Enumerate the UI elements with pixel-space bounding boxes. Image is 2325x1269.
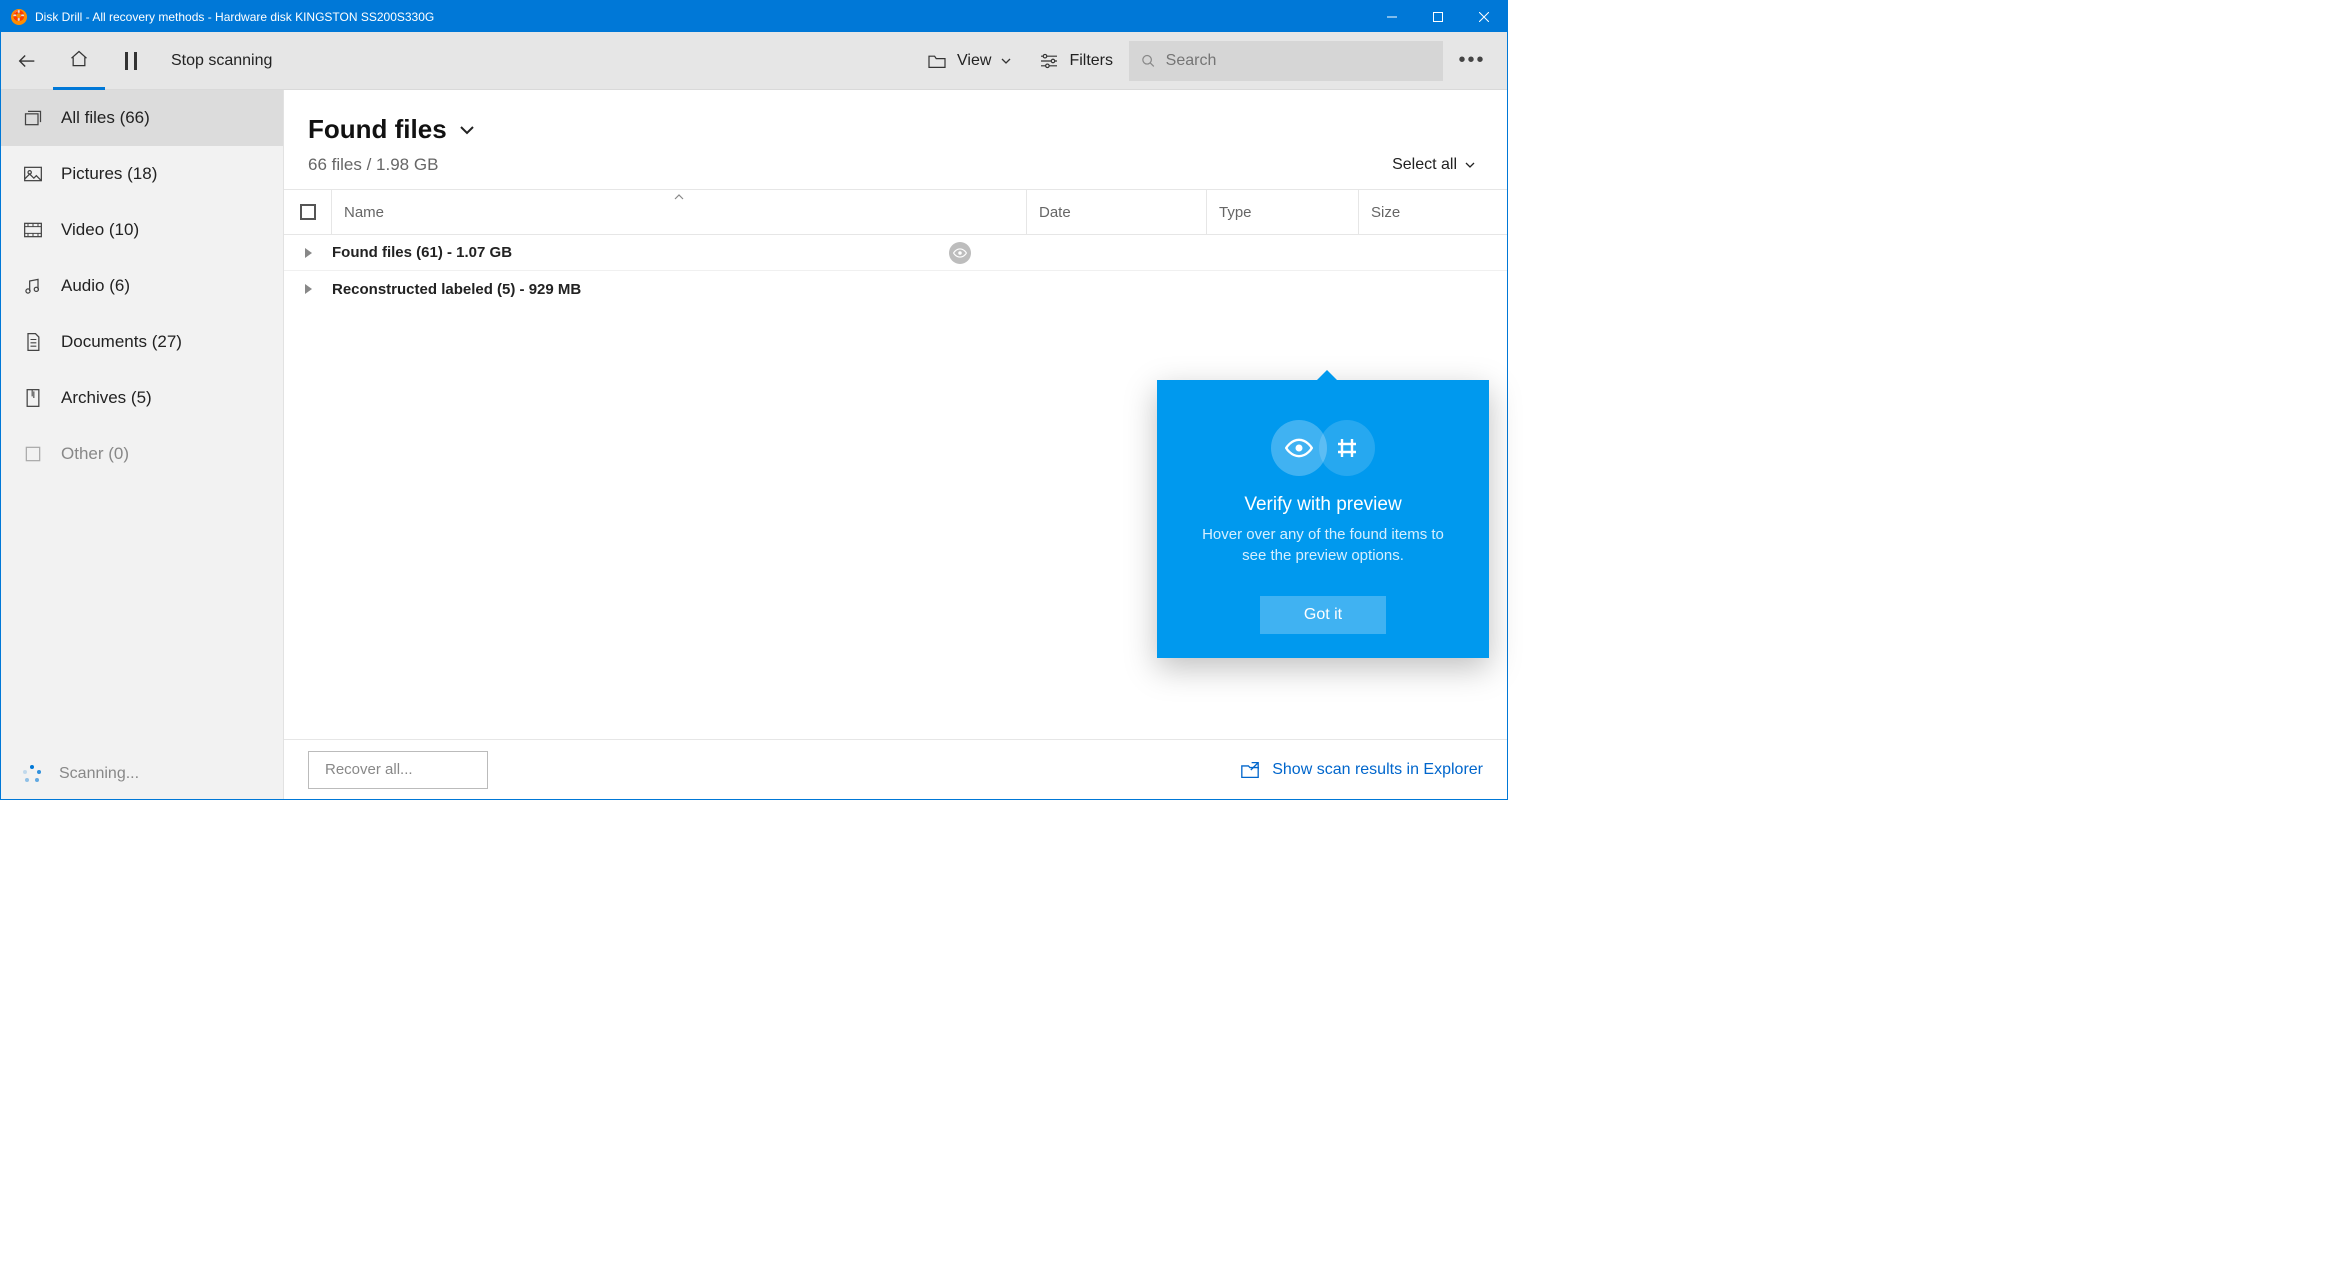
window-title: Disk Drill - All recovery methods - Hard… xyxy=(35,10,434,24)
popover-text: Hover over any of the found items to see… xyxy=(1177,524,1469,566)
search-icon xyxy=(1141,53,1156,69)
archives-icon xyxy=(23,388,43,408)
back-button[interactable] xyxy=(1,32,53,90)
home-button[interactable] xyxy=(53,32,105,90)
table-header: Name Date Type Size xyxy=(284,189,1507,235)
preview-eye-icon[interactable] xyxy=(949,242,971,264)
sidebar-item-label: Video (10) xyxy=(61,220,139,240)
close-button[interactable] xyxy=(1461,1,1507,32)
chevron-down-icon xyxy=(1001,58,1011,64)
footer: Recover all... Show scan results in Expl… xyxy=(284,739,1507,799)
close-icon xyxy=(1479,12,1489,22)
hash-circle-icon xyxy=(1319,420,1375,476)
popover-title: Verify with preview xyxy=(1177,494,1469,516)
sidebar-item-label: Documents (27) xyxy=(61,332,182,352)
home-icon xyxy=(69,49,89,69)
sidebar-item-label: Audio (6) xyxy=(61,276,130,296)
app-window: 🛟 Disk Drill - All recovery methods - Ha… xyxy=(0,0,1508,800)
column-size[interactable]: Size xyxy=(1359,190,1507,234)
video-icon xyxy=(23,220,43,240)
body: All files (66) Pictures (18) Video (10) … xyxy=(1,90,1507,799)
search-box[interactable] xyxy=(1129,41,1443,81)
status-text: Scanning... xyxy=(59,765,139,783)
chevron-down-icon[interactable] xyxy=(459,125,475,135)
column-name[interactable]: Name xyxy=(332,190,1027,234)
pause-button[interactable] xyxy=(105,32,157,90)
pictures-icon xyxy=(23,164,43,184)
ellipsis-icon: ••• xyxy=(1458,49,1485,72)
sidebar-item-label: All files (66) xyxy=(61,108,150,128)
show-in-explorer-link[interactable]: Show scan results in Explorer xyxy=(1240,761,1483,779)
stop-scanning-button[interactable]: Stop scanning xyxy=(157,32,286,90)
view-dropdown[interactable]: View xyxy=(915,41,1023,81)
scanning-status: Scanning... xyxy=(1,749,283,799)
sidebar-item-label: Other (0) xyxy=(61,444,129,464)
search-input[interactable] xyxy=(1166,52,1431,70)
sort-asc-icon xyxy=(674,194,684,200)
documents-icon xyxy=(23,332,43,352)
page-title: Found files xyxy=(308,114,447,145)
select-all-checkbox[interactable] xyxy=(284,190,332,234)
folder-icon xyxy=(927,53,947,69)
sliders-icon xyxy=(1039,53,1059,69)
maximize-icon xyxy=(1433,12,1443,22)
titlebar: 🛟 Disk Drill - All recovery methods - Ha… xyxy=(1,1,1507,32)
maximize-button[interactable] xyxy=(1415,1,1461,32)
main-panel: Found files 66 files / 1.98 GB Select al… xyxy=(284,90,1507,799)
other-icon xyxy=(23,444,43,464)
sidebar-item-pictures[interactable]: Pictures (18) xyxy=(1,146,283,202)
sidebar-item-label: Archives (5) xyxy=(61,388,152,408)
sidebar-item-other[interactable]: Other (0) xyxy=(1,426,283,482)
app-icon: 🛟 xyxy=(11,9,27,25)
audio-icon xyxy=(23,276,43,296)
sidebar-item-video[interactable]: Video (10) xyxy=(1,202,283,258)
minimize-button[interactable] xyxy=(1369,1,1415,32)
table-row[interactable]: Reconstructed labeled (5) - 929 MB xyxy=(284,271,1507,307)
recover-all-button[interactable]: Recover all... xyxy=(308,751,488,789)
expand-caret-icon[interactable] xyxy=(284,247,332,259)
sidebar-item-label: Pictures (18) xyxy=(61,164,157,184)
toolbar: Stop scanning View Filters ••• xyxy=(1,32,1507,90)
sidebar: All files (66) Pictures (18) Video (10) … xyxy=(1,90,284,799)
expand-caret-icon[interactable] xyxy=(284,283,332,295)
minimize-icon xyxy=(1387,12,1397,22)
explorer-link-label: Show scan results in Explorer xyxy=(1272,761,1483,779)
view-label: View xyxy=(957,52,991,70)
main-header: Found files 66 files / 1.98 GB Select al… xyxy=(284,90,1507,189)
column-date[interactable]: Date xyxy=(1027,190,1207,234)
popover-icons xyxy=(1177,420,1469,476)
preview-tip-popover: Verify with preview Hover over any of th… xyxy=(1157,380,1489,658)
sidebar-item-all-files[interactable]: All files (66) xyxy=(1,90,283,146)
file-count-summary: 66 files / 1.98 GB xyxy=(308,155,438,175)
stack-icon xyxy=(23,108,43,128)
table-row[interactable]: Found files (61) - 1.07 GB xyxy=(284,235,1507,271)
sidebar-item-archives[interactable]: Archives (5) xyxy=(1,370,283,426)
open-external-icon xyxy=(1240,761,1260,779)
sidebar-item-documents[interactable]: Documents (27) xyxy=(1,314,283,370)
filters-button[interactable]: Filters xyxy=(1027,41,1125,81)
more-button[interactable]: ••• xyxy=(1447,41,1497,81)
sidebar-item-audio[interactable]: Audio (6) xyxy=(1,258,283,314)
back-arrow-icon xyxy=(16,50,38,72)
spinner-icon xyxy=(23,765,41,783)
row-label: Found files (61) - 1.07 GB xyxy=(332,244,1507,261)
got-it-button[interactable]: Got it xyxy=(1260,596,1386,634)
select-all-dropdown[interactable]: Select all xyxy=(1392,156,1483,174)
column-type[interactable]: Type xyxy=(1207,190,1359,234)
select-all-label: Select all xyxy=(1392,156,1457,174)
pause-icon xyxy=(124,52,138,70)
chevron-down-icon xyxy=(1465,162,1475,168)
row-label: Reconstructed labeled (5) - 929 MB xyxy=(332,281,1507,298)
filters-label: Filters xyxy=(1069,52,1113,70)
